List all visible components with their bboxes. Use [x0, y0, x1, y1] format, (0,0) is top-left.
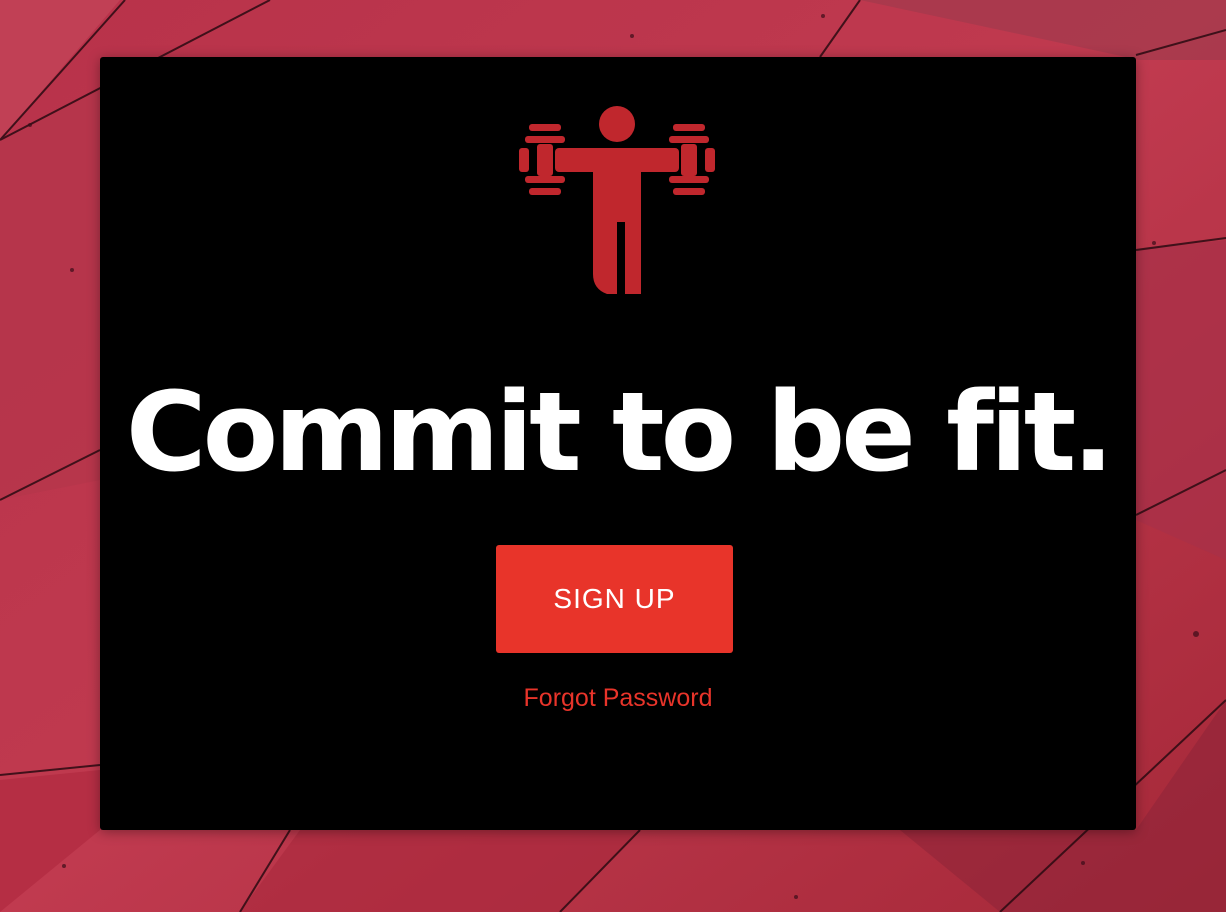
page-headline: Commit to be fit.	[125, 368, 1114, 496]
weightlifter-icon	[519, 106, 715, 294]
forgot-password-wrapper: Forgot Password	[100, 680, 1136, 716]
signup-button[interactable]: SIGN UP	[496, 545, 733, 653]
forgot-password-link[interactable]: Forgot Password	[524, 684, 713, 712]
signup-button-label: SIGN UP	[553, 583, 676, 614]
